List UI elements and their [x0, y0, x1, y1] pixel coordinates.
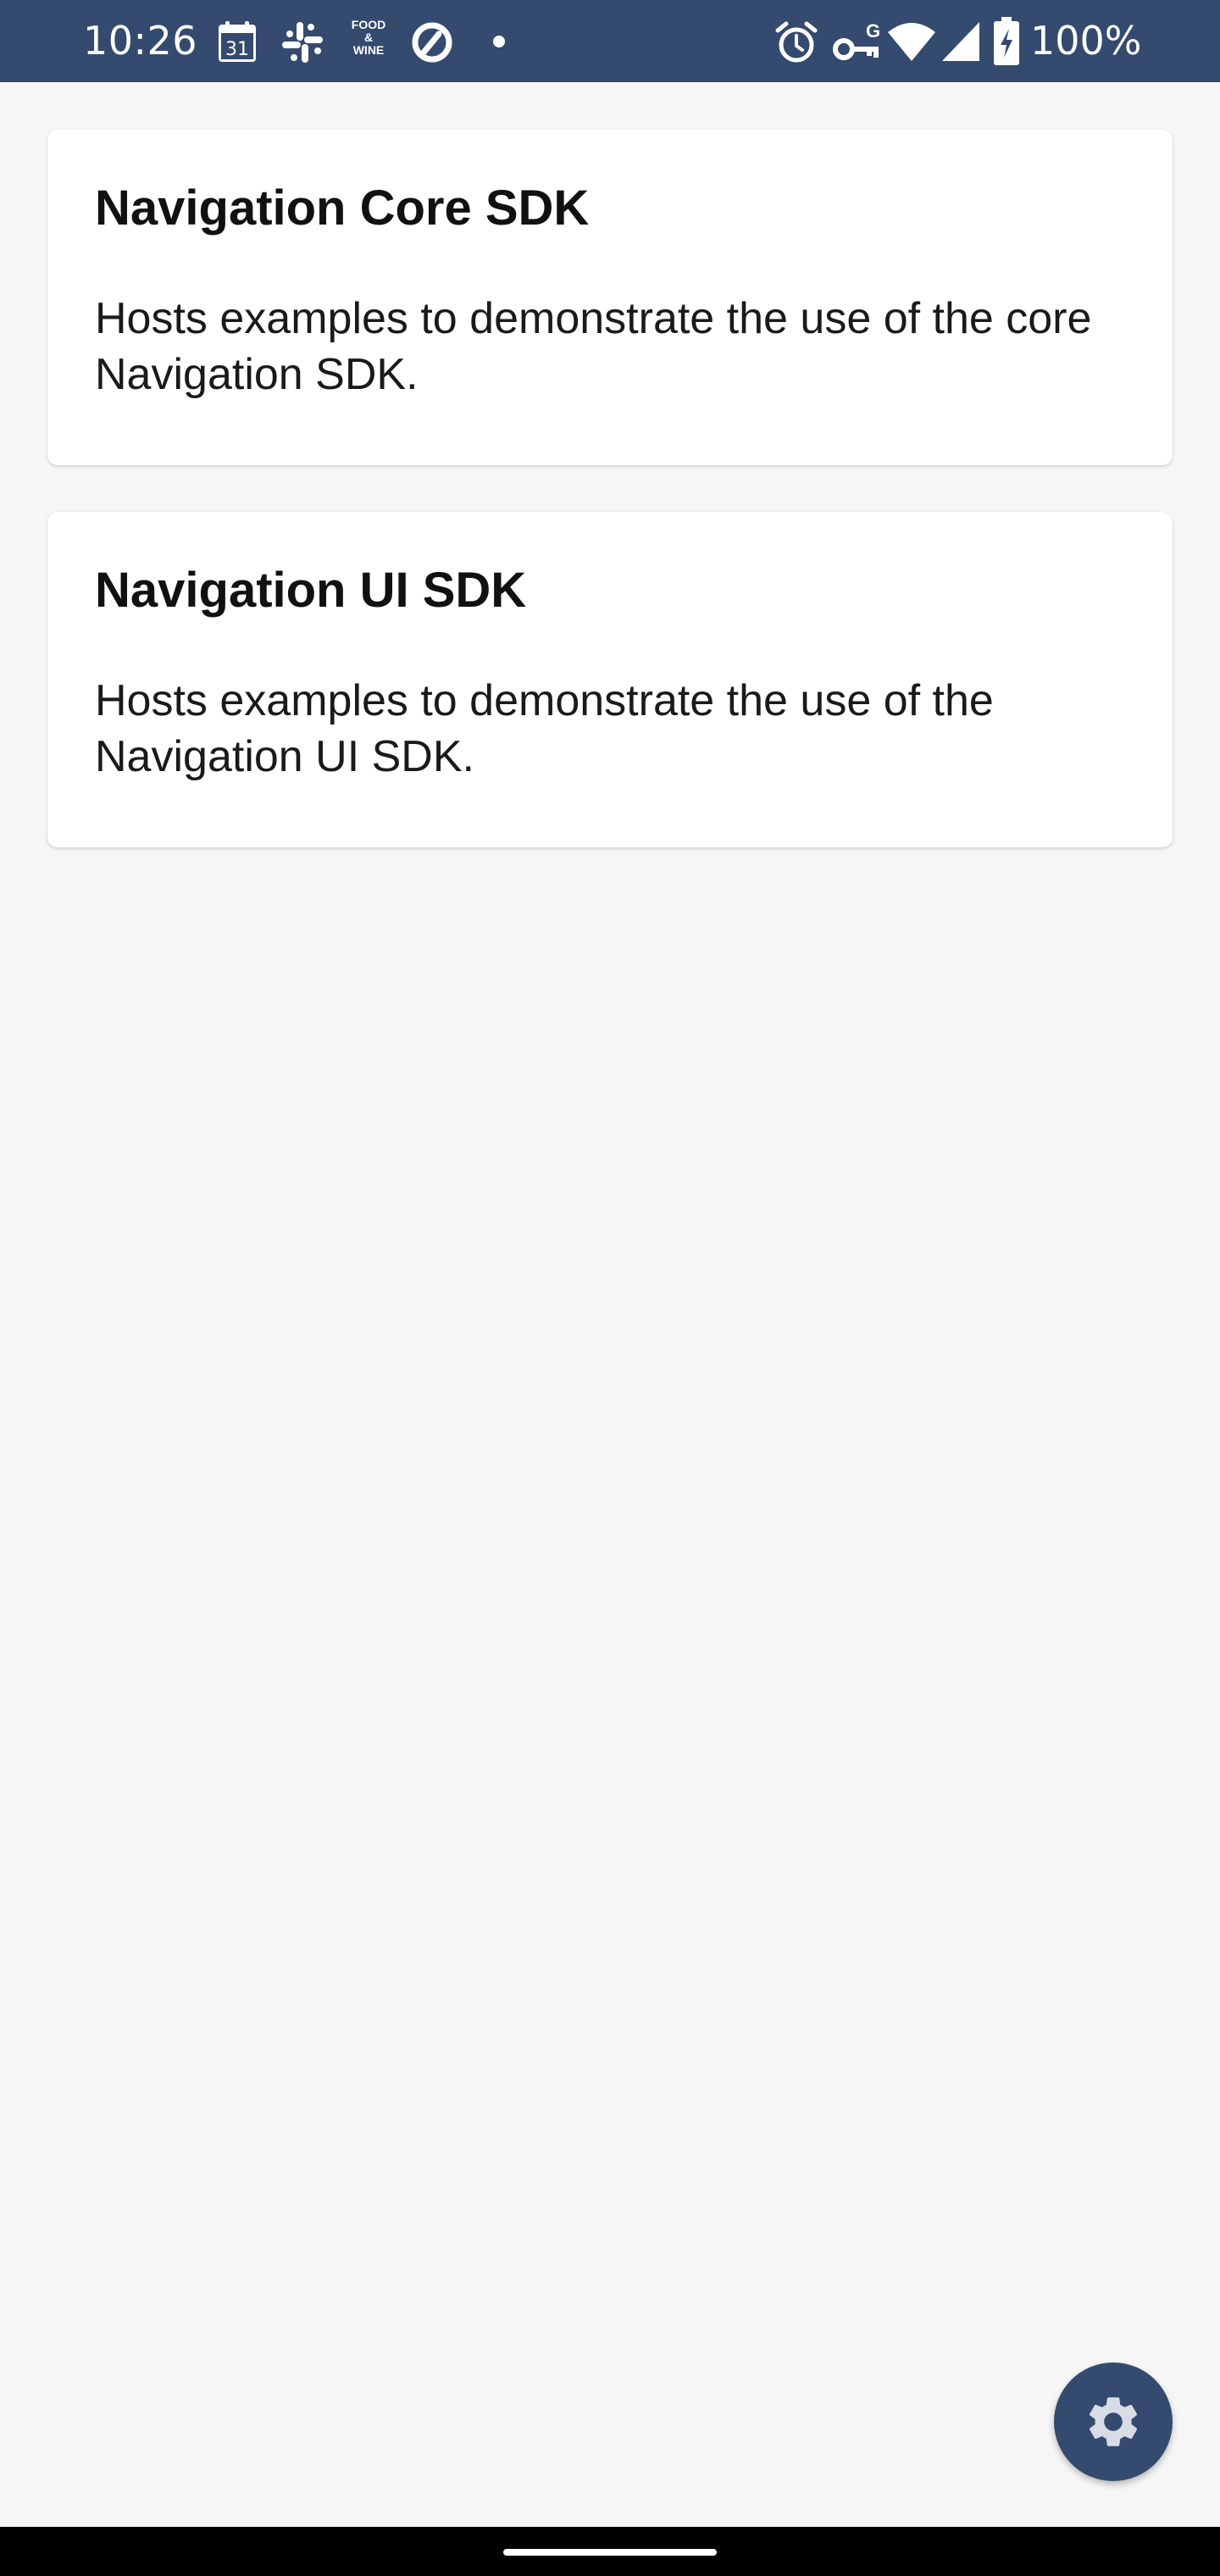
food-wine-text-2: & [363, 31, 374, 44]
card-navigation-ui-sdk[interactable]: Navigation UI SDK Hosts examples to demo… [47, 512, 1173, 847]
card-description: Hosts examples to demonstrate the use of… [95, 676, 994, 781]
svg-text:G: G [866, 20, 879, 42]
status-bar: 10:26 31 FOOD & WINE G 100% [0, 0, 1220, 82]
food-wine-text-1: FOOD [351, 18, 386, 31]
food-wine-icon: FOOD & WINE [346, 19, 391, 66]
alarm-icon [775, 21, 818, 63]
slack-icon [282, 22, 323, 63]
home-gesture-handle[interactable] [503, 2549, 717, 2556]
ring-icon [412, 22, 452, 63]
card-title: Navigation UI SDK [95, 563, 527, 618]
vpn-key-icon: G [833, 20, 879, 60]
calendar-icon: 31 [219, 21, 256, 62]
settings-fab-button[interactable] [1054, 2362, 1173, 2481]
battery-percent: 100% [1030, 18, 1142, 64]
gear-icon [1090, 2397, 1138, 2446]
card-navigation-core-sdk[interactable]: Navigation Core SDK Hosts examples to de… [47, 130, 1173, 465]
battery-charging-icon [994, 17, 1019, 65]
card-description: Hosts examples to demonstrate the use of… [95, 294, 1092, 399]
food-wine-text-3: WINE [352, 43, 385, 57]
notification-dot-icon [493, 36, 505, 47]
calendar-day: 31 [225, 39, 249, 60]
system-nav-bar [0, 2527, 1220, 2576]
cell-signal-icon [942, 22, 979, 61]
wifi-icon [888, 23, 935, 61]
card-title: Navigation Core SDK [95, 180, 590, 236]
status-time: 10:26 [83, 18, 198, 64]
